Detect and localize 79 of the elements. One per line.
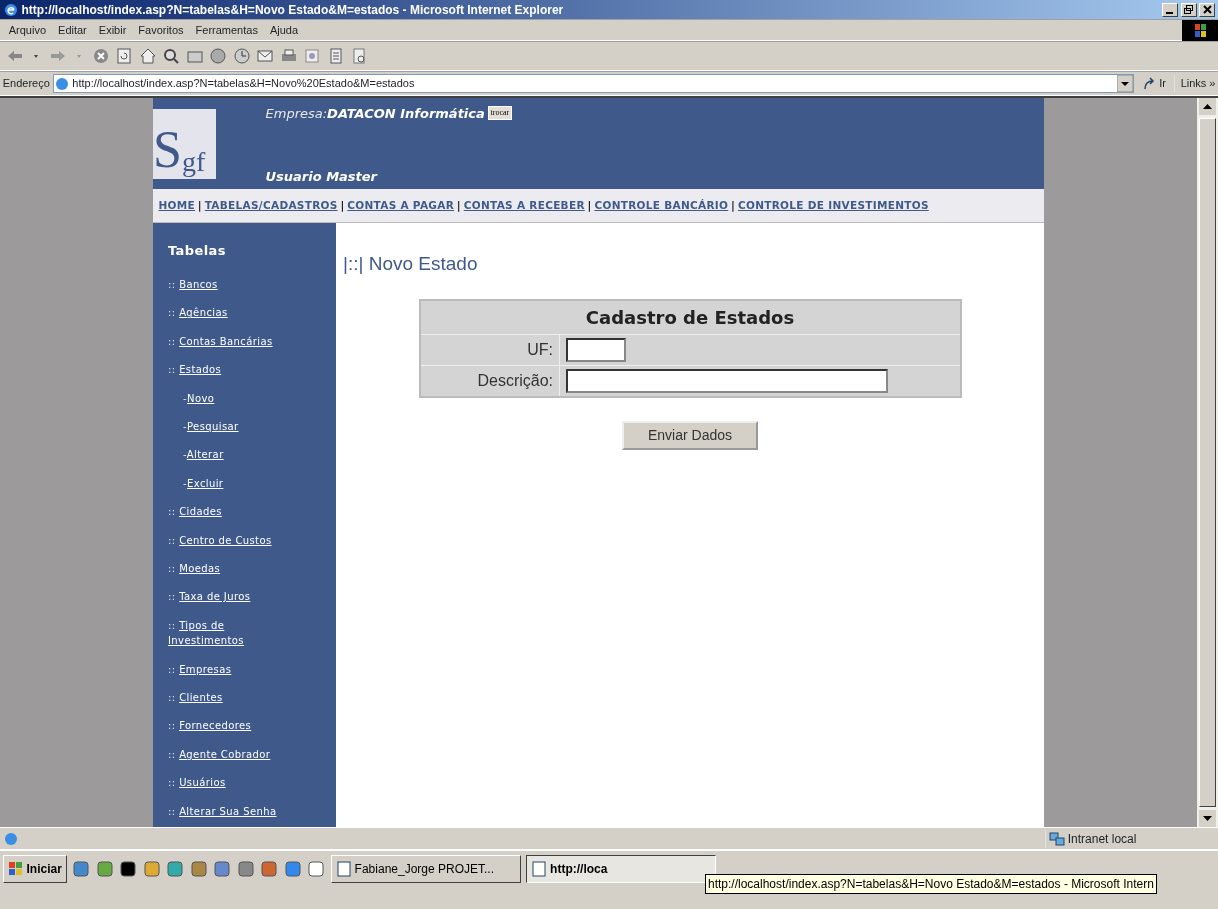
- vertical-scrollbar[interactable]: [1197, 98, 1218, 827]
- window-title: http://localhost/index.asp?N=tabelas&H=Novo Estado&M=estados - Microsoft Internet Explorer: [21, 1, 565, 19]
- menu-item[interactable]: Ferramentas: [189, 21, 264, 39]
- sidebar-link[interactable]: -Novo: [183, 390, 215, 406]
- sidebar-title: Tabelas: [168, 242, 227, 260]
- sidebar-link[interactable]: -Alterar: [183, 447, 224, 463]
- nav-link[interactable]: HOME: [158, 197, 196, 214]
- nav-separator: |: [731, 197, 736, 214]
- refresh-icon[interactable]: [115, 47, 133, 65]
- text-input[interactable]: [566, 368, 888, 393]
- sidebar-link[interactable]: :: Usuários: [168, 775, 226, 791]
- document-icon: [335, 861, 352, 877]
- sidebar-link[interactable]: :: Moedas: [168, 560, 221, 576]
- more-links-chevron[interactable]: »: [1209, 75, 1216, 92]
- sidebar-link[interactable]: :: Estados: [168, 362, 222, 378]
- address-label: Endereço: [2, 76, 50, 92]
- network-icon: [1049, 830, 1065, 847]
- sidebar-link[interactable]: :: Agências: [168, 305, 228, 321]
- go-arrow-icon: [1142, 76, 1157, 91]
- logo: Sgf: [153, 109, 216, 179]
- research-icon[interactable]: [350, 47, 368, 65]
- company-label: Empresa:DATACON Informática: [265, 104, 485, 123]
- sidebar-link[interactable]: :: Clientes: [168, 690, 223, 706]
- switch-button[interactable]: trocar: [487, 106, 513, 121]
- text-input[interactable]: [566, 337, 626, 362]
- nav-separator: |: [587, 197, 592, 214]
- menu-item[interactable]: Exibir: [92, 21, 133, 39]
- stop-icon[interactable]: [91, 47, 110, 65]
- sidebar-link[interactable]: :: Fornecedores: [168, 718, 252, 734]
- sidebar-link[interactable]: :: Tipos de Investimentos: [168, 617, 286, 648]
- nav-link[interactable]: CONTROLE BANCÁRIO: [594, 197, 729, 214]
- menu-item[interactable]: Arquivo: [2, 21, 53, 39]
- tooltip: http://localhost/index.asp?N=tabelas&H=Novo Estado&M=estados - Microsoft Intern: [705, 874, 1157, 894]
- sidebar-link[interactable]: :: Agente Cobrador: [168, 746, 271, 762]
- minimize-button[interactable]: [1161, 2, 1178, 17]
- sidebar-link[interactable]: :: Cidades: [168, 504, 222, 520]
- menu-item[interactable]: Ajuda: [263, 21, 305, 39]
- sidebar-link[interactable]: :: Contas Bancárias: [168, 333, 273, 349]
- close-button[interactable]: [1199, 2, 1216, 17]
- nav-link[interactable]: CONTAS A RECEBER: [463, 197, 585, 214]
- go-button[interactable]: Ir: [1136, 75, 1172, 92]
- user-name: Usuario Master: [265, 167, 379, 186]
- nav-link[interactable]: CONTROLE DE INVESTIMENTOS: [737, 197, 929, 214]
- nav-separator: |: [197, 197, 202, 214]
- sidebar-link[interactable]: :: Alterar Sua Senha: [168, 803, 277, 819]
- mail-icon[interactable]: [256, 47, 274, 65]
- document-icon: [531, 861, 548, 877]
- links-label[interactable]: Links: [1180, 75, 1207, 92]
- field-label: UF:: [419, 334, 560, 365]
- menu-item[interactable]: Favoritos: [132, 21, 190, 39]
- home-icon[interactable]: [138, 47, 157, 65]
- restore-icon: [1184, 5, 1193, 14]
- history-icon[interactable]: [232, 47, 251, 65]
- start-button[interactable]: Iniciar: [2, 855, 67, 883]
- sidebar-link[interactable]: -Excluir: [183, 475, 224, 491]
- windows-flag-icon: [7, 861, 24, 877]
- taskbar-button[interactable]: Fabiane_Jorge PROJET...: [330, 855, 521, 883]
- dropdown-arrow-icon[interactable]: [1117, 75, 1134, 93]
- scroll-thumb[interactable]: [1199, 117, 1216, 808]
- zone-indicator: Intranet local: [1045, 829, 1216, 848]
- sidebar-link[interactable]: :: Taxa de Juros: [168, 589, 251, 605]
- menu-item[interactable]: Editar: [52, 21, 93, 39]
- restore-button[interactable]: [1180, 2, 1197, 17]
- nav-link[interactable]: CONTAS A PAGAR: [347, 197, 455, 214]
- sidebar-link[interactable]: :: Centro de Custos: [168, 532, 272, 548]
- scroll-down-icon: [1199, 810, 1216, 827]
- windows-flag-icon: [1182, 19, 1218, 41]
- minimize-icon: [1166, 12, 1174, 14]
- sidebar-link[interactable]: -Pesquisar: [183, 418, 239, 434]
- nav-separator: |: [456, 197, 461, 214]
- sidebar-link[interactable]: :: Empresas: [168, 661, 232, 677]
- sidebar-link[interactable]: :: Bancos: [168, 277, 218, 292]
- page-heading: |::| Novo Estado: [343, 252, 479, 276]
- scroll-up-icon: [1199, 98, 1216, 115]
- close-icon: [1202, 5, 1212, 14]
- nav-link[interactable]: TABELAS/CADASTROS: [204, 197, 338, 214]
- submit-button[interactable]: Enviar Dados: [621, 420, 758, 450]
- address-field[interactable]: http://localhost/index.asp?N=tabelas&H=Novo%20Estado&M=estados: [52, 74, 1135, 93]
- nav-separator: |: [340, 197, 345, 214]
